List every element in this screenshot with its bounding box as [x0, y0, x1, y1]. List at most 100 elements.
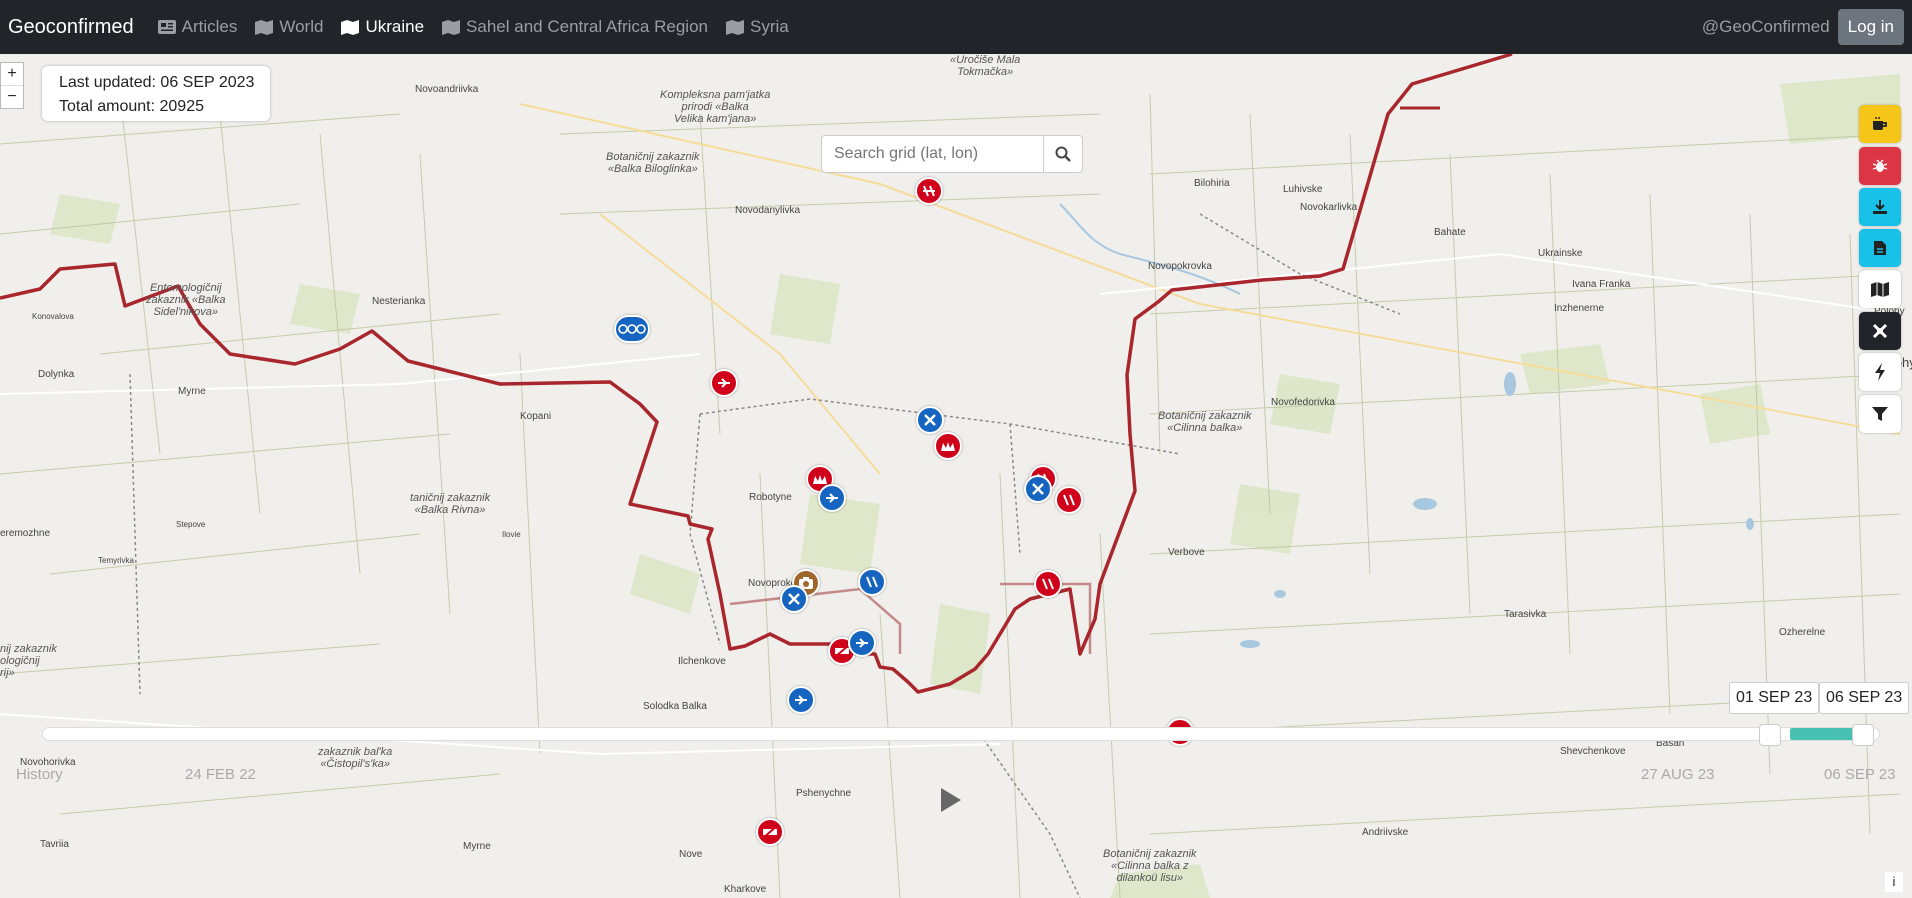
- reserve-label: Entomologičnij zakaznik «Balka Sidel'nik…: [146, 282, 226, 318]
- play-button[interactable]: [941, 788, 961, 812]
- aircraft-icon[interactable]: [710, 369, 738, 397]
- reserve-label: zakaznik bal'ka «Čistopil's'ka»: [318, 746, 393, 770]
- place-label: Konovalova: [32, 312, 74, 321]
- download-button[interactable]: [1859, 188, 1901, 226]
- place-label: Tarasivka: [1504, 609, 1547, 620]
- nav-sahel[interactable]: Sahel and Central Africa Region: [442, 17, 708, 37]
- place-label: Ilchenkove: [678, 656, 726, 667]
- search-icon: [1055, 146, 1071, 162]
- map-icon: [1871, 281, 1889, 297]
- crossed-tools-icon[interactable]: [1024, 475, 1052, 503]
- zoom-control: + −: [0, 62, 24, 109]
- place-label: Temyrivka: [98, 556, 135, 565]
- satellite-button[interactable]: [1859, 312, 1901, 350]
- aircraft-icon[interactable]: [848, 629, 876, 657]
- timeline-end-handle[interactable]: [1852, 724, 1874, 746]
- reserve-label: nij zakaznik ologičnij rij»: [0, 643, 57, 679]
- timeline-tick: 27 AUG 23: [1641, 766, 1715, 783]
- timeline-start-date: 01 SEP 23: [1729, 682, 1820, 714]
- destroyed-vehicle-icon[interactable]: [858, 568, 886, 596]
- search-input[interactable]: [822, 136, 1043, 172]
- aircraft-icon[interactable]: [787, 686, 815, 714]
- place-label: Novodanylivka: [735, 205, 801, 216]
- map-icon: [341, 19, 360, 35]
- zoom-out-button[interactable]: −: [1, 86, 23, 108]
- map-icon: [255, 19, 274, 35]
- filter-button[interactable]: [1859, 395, 1901, 433]
- aircraft-icon[interactable]: [818, 484, 846, 512]
- reserve-label: «Uročiše Mala Tokmačka»: [950, 54, 1021, 78]
- bug-icon: [1872, 159, 1888, 172]
- place-label: Dolynka: [38, 369, 75, 380]
- total-amount: Total amount: 20925: [59, 98, 204, 115]
- place-label: Solodka Balka: [643, 701, 707, 712]
- nav-syria[interactable]: Syria: [725, 17, 789, 37]
- place-label: Nesterianka: [372, 296, 426, 307]
- place-label: Novoandriivka: [415, 84, 479, 95]
- twitter-handle-link[interactable]: @GeoConfirmed: [1702, 17, 1830, 37]
- nav-articles[interactable]: Articles: [157, 17, 237, 37]
- place-label: Bilohiria: [1194, 178, 1230, 189]
- bolt-button[interactable]: [1859, 353, 1901, 391]
- place-label: Novokarlivka: [1300, 202, 1358, 213]
- newspaper-icon: [157, 20, 176, 34]
- nav-syria-label: Syria: [749, 17, 789, 36]
- timeline-start-handle[interactable]: [1759, 724, 1781, 746]
- place-label: Tavriia: [40, 839, 69, 850]
- coffee-icon: [1873, 117, 1887, 130]
- info-button[interactable]: i: [1885, 872, 1903, 892]
- timeline-tick: 24 FEB 22: [185, 766, 256, 783]
- place-label: Ivana Franka: [1572, 279, 1631, 290]
- coffee-button[interactable]: [1859, 105, 1901, 143]
- map-layer-button[interactable]: [1859, 270, 1901, 308]
- destroyed-vehicle-icon[interactable]: [1034, 570, 1062, 598]
- info-panel: Last updated: 06 SEP 2023 Total amount: …: [42, 66, 270, 121]
- timeline-tick: History: [16, 766, 63, 783]
- reserve-label: Botaničnij zakaznik «Balka Biloglinka»: [606, 151, 700, 175]
- file-icon: [1874, 241, 1886, 255]
- last-updated: Last updated: 06 SEP 2023: [59, 74, 255, 91]
- timeline-range: [1790, 728, 1858, 740]
- nav-right: @GeoConfirmed Log in: [1702, 9, 1904, 45]
- map-canvas[interactable]: Novoandriivka Nesterianka Konovalova Dol…: [0, 54, 1912, 898]
- damaged-vehicle-icon[interactable]: [756, 818, 784, 846]
- nav-world[interactable]: World: [255, 17, 323, 37]
- timeline-end-date: 06 SEP 23: [1819, 682, 1910, 714]
- nav-sahel-label: Sahel and Central Africa Region: [466, 17, 708, 36]
- destroyed-vehicle-icon[interactable]: [1055, 486, 1083, 514]
- place-label: Novofedorivka: [1271, 397, 1335, 408]
- destroyed-vehicle-icon[interactable]: [915, 177, 943, 205]
- download-icon: [1873, 200, 1887, 214]
- place-label: Andriivske: [1362, 827, 1409, 838]
- place-label: Myrne: [463, 841, 491, 852]
- brand[interactable]: Geoconfirmed: [8, 16, 134, 39]
- place-label: Kharkove: [724, 884, 767, 895]
- file-button[interactable]: [1859, 229, 1901, 267]
- bug-report-button[interactable]: [1859, 147, 1901, 185]
- fortification-icon[interactable]: [934, 432, 962, 460]
- place-label: eremozhne: [0, 528, 51, 539]
- reserve-label: Botaničnij zakaznik «Cilinna balka z dil…: [1103, 848, 1197, 884]
- crossed-tools-icon[interactable]: [780, 585, 808, 613]
- place-label: Verbove: [1168, 547, 1205, 558]
- reserve-label: Kompleksna pam'jatka prirodi «Balka Veli…: [660, 89, 771, 125]
- filter-icon: [1872, 407, 1888, 421]
- timeline-slider[interactable]: [42, 727, 1880, 741]
- crossed-tools-icon[interactable]: [916, 406, 944, 434]
- zoom-in-button[interactable]: +: [1, 63, 23, 86]
- place-label: Ukrainske: [1538, 248, 1583, 259]
- login-button[interactable]: Log in: [1837, 9, 1904, 45]
- place-label: Robotyne: [749, 492, 792, 503]
- nav-ukraine[interactable]: Ukraine: [341, 17, 424, 37]
- search-box: [821, 135, 1083, 173]
- place-label: Nove: [679, 849, 703, 860]
- place-label: Ilovie: [502, 530, 521, 539]
- bolt-icon: [1875, 363, 1885, 381]
- navbar: Geoconfirmed Articles World Ukraine Sahe…: [0, 0, 1912, 54]
- map-icon: [725, 19, 744, 35]
- place-label: Luhivske: [1283, 184, 1323, 195]
- place-label: Shevchenkove: [1560, 746, 1626, 757]
- satellite-icon: [1872, 323, 1888, 339]
- drone-icon[interactable]: [614, 315, 650, 343]
- search-button[interactable]: [1043, 136, 1082, 172]
